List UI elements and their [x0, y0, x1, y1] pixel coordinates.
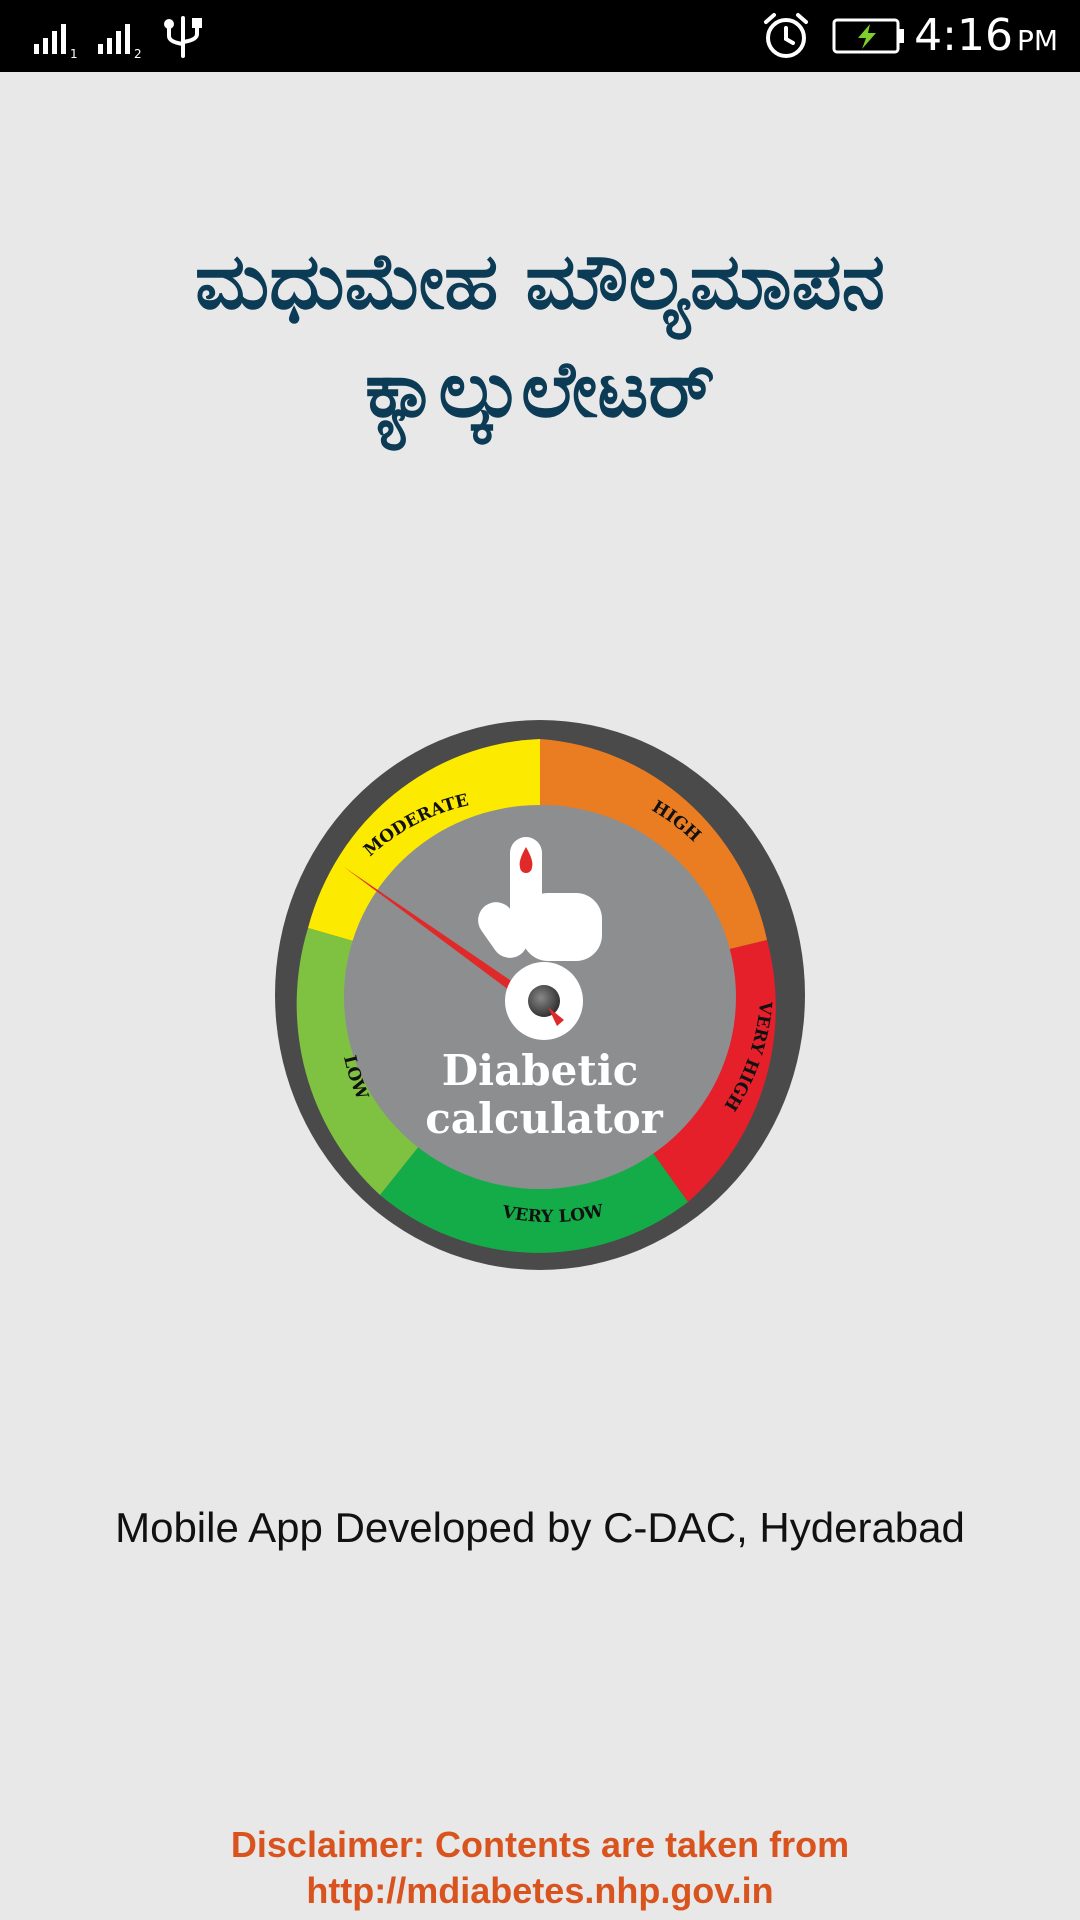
app-title-line2: ಕ್ಯಾಲ್ಕುಲೇಟರ್: [365, 345, 715, 435]
app-title: ಮಧುಮೇಹ ಮೌಲ್ಯಮಾಪನ ಕ್ಯಾಲ್ಕುಲೇಟರ್: [0, 228, 1080, 444]
status-bar: 1 2 4:16 PM: [0, 0, 1080, 72]
clock-time: 4:16: [914, 10, 1013, 61]
diabetic-calculator-logo[interactable]: MODERATE HIGH VERY HIGH VERY LOW LOW Dia…: [270, 715, 810, 1275]
battery-charging-icon: [832, 18, 904, 54]
alarm-icon: [764, 13, 808, 58]
logo-text-line1: Diabetic: [442, 1046, 639, 1095]
sim1-label: 1: [70, 47, 78, 60]
clock-ampm: PM: [1016, 24, 1058, 57]
disclaimer-line1: Disclaimer: Contents are taken from: [230, 1824, 850, 1865]
disclaimer: Disclaimer: Contents are taken from http…: [0, 1822, 1080, 1914]
disclaimer-link[interactable]: http://mdiabetes.nhp.gov.in: [0, 1868, 1080, 1914]
developer-credit: Mobile App Developed by C-DAC, Hyderabad: [115, 1504, 965, 1551]
signal-sim1-icon: 1: [34, 24, 78, 60]
signal-sim2-icon: 2: [98, 24, 142, 60]
app-title-line1: ಮಧುಮೇಹ ಮೌಲ್ಯಮಾಪನ: [195, 237, 885, 327]
sim2-label: 2: [134, 47, 142, 60]
status-left-icons: 1 2: [34, 16, 202, 60]
usb-icon: [164, 16, 202, 58]
gauge-hub: [528, 985, 560, 1017]
logo-text-line2: calculator: [425, 1094, 663, 1143]
status-clock: 4:16 PM: [914, 8, 1058, 69]
